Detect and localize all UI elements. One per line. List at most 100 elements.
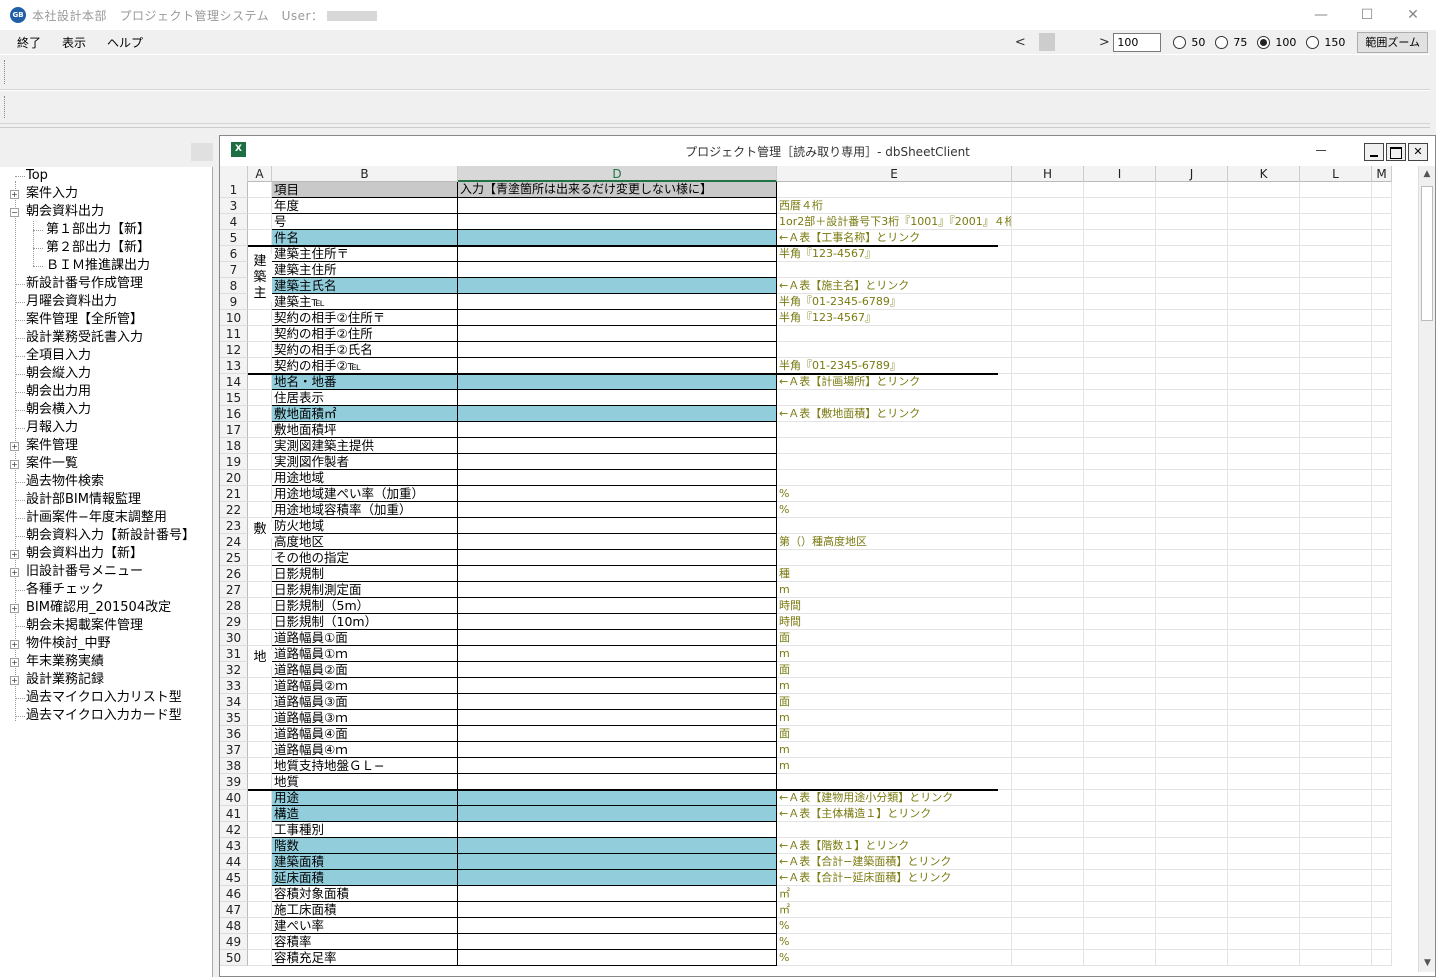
cell-j[interactable]	[1156, 246, 1228, 262]
cell-input[interactable]	[458, 886, 777, 902]
cell-j[interactable]	[1156, 534, 1228, 550]
cell-a[interactable]	[248, 854, 272, 870]
cell-a[interactable]	[248, 550, 272, 566]
cell-h[interactable]	[1012, 886, 1084, 902]
cell-j[interactable]	[1156, 598, 1228, 614]
tree-item[interactable]: Top	[0, 167, 212, 185]
cell-i[interactable]	[1084, 230, 1156, 246]
cell-note[interactable]: 時間	[777, 614, 1012, 630]
cell-item-name[interactable]: 階数	[272, 838, 458, 854]
cell-h[interactable]	[1012, 822, 1084, 838]
cell-k[interactable]	[1228, 838, 1300, 854]
cell-h[interactable]	[1012, 758, 1084, 774]
cell-item-name[interactable]: 延床面積	[272, 870, 458, 886]
cell-i[interactable]	[1084, 278, 1156, 294]
cell-l[interactable]	[1300, 422, 1372, 438]
cell-note[interactable]	[777, 550, 1012, 566]
cell-input[interactable]	[458, 518, 777, 534]
cell-a[interactable]	[248, 678, 272, 694]
tree-item[interactable]: 案件管理【全所管】	[0, 311, 212, 329]
cell-m[interactable]	[1372, 214, 1392, 230]
cell-note[interactable]	[777, 262, 1012, 278]
cell-a[interactable]	[248, 374, 272, 390]
column-header-k[interactable]: K	[1228, 166, 1300, 182]
tree-item[interactable]: + 年末業務実績	[0, 653, 212, 671]
cell-note[interactable]: ㎡	[777, 886, 1012, 902]
cell-h[interactable]	[1012, 678, 1084, 694]
tree-item[interactable]: + 案件一覧	[0, 455, 212, 473]
cell-a[interactable]	[248, 470, 272, 486]
cell-j[interactable]	[1156, 918, 1228, 934]
cell-input[interactable]	[458, 614, 777, 630]
cell-i[interactable]	[1084, 886, 1156, 902]
row-header[interactable]: 27	[220, 582, 248, 598]
cell-a[interactable]	[248, 918, 272, 934]
cell-a[interactable]	[248, 598, 272, 614]
cell-note[interactable]: m	[777, 678, 1012, 694]
cell-note[interactable]	[777, 342, 1012, 358]
row-header[interactable]: 26	[220, 566, 248, 582]
cell-input[interactable]	[458, 758, 777, 774]
cell-i[interactable]	[1084, 822, 1156, 838]
tree-item[interactable]: 月報入力	[0, 419, 212, 437]
cell-h[interactable]	[1012, 614, 1084, 630]
row-header[interactable]: 6	[220, 246, 248, 262]
cell-a[interactable]	[248, 902, 272, 918]
cell-input[interactable]	[458, 838, 777, 854]
cell-h[interactable]	[1012, 598, 1084, 614]
cell-input[interactable]	[458, 406, 777, 422]
menu-help[interactable]: ヘルプ	[107, 34, 143, 51]
cell-item-name[interactable]: 地名・地番	[272, 374, 458, 390]
cell-l[interactable]	[1300, 678, 1372, 694]
cell-l[interactable]	[1300, 374, 1372, 390]
cell-item-name[interactable]: 道路幅員③面	[272, 694, 458, 710]
row-header[interactable]: 12	[220, 342, 248, 358]
cell-l[interactable]	[1300, 438, 1372, 454]
cell-item-name[interactable]: 地質	[272, 774, 458, 790]
expand-icon[interactable]: +	[10, 460, 19, 469]
cell-m[interactable]	[1372, 758, 1392, 774]
cell-input[interactable]	[458, 358, 777, 374]
tree-item[interactable]: 朝会資料入力【新設計番号】	[0, 527, 212, 545]
cell-h[interactable]	[1012, 326, 1084, 342]
tree-item-label[interactable]: BIM確認用_201504改定	[26, 599, 171, 617]
cell-h[interactable]	[1012, 358, 1084, 374]
mdi-maximize-button[interactable]	[1386, 143, 1406, 161]
zoom-option-50[interactable]: 50	[1173, 35, 1205, 49]
cell-j[interactable]	[1156, 438, 1228, 454]
cell-j[interactable]	[1156, 454, 1228, 470]
cell-l[interactable]	[1300, 854, 1372, 870]
cell-note[interactable]: ←Ａ表【建物用途小分類】とリンク	[777, 790, 1012, 806]
cell-k[interactable]	[1228, 758, 1300, 774]
cell-m[interactable]	[1372, 486, 1392, 502]
cell-input[interactable]	[458, 710, 777, 726]
cell-m[interactable]	[1372, 438, 1392, 454]
cell-m[interactable]	[1372, 774, 1392, 790]
cell-i[interactable]	[1084, 742, 1156, 758]
row-header[interactable]: 32	[220, 662, 248, 678]
cell-j[interactable]	[1156, 662, 1228, 678]
cell-m[interactable]	[1372, 294, 1392, 310]
cell-i[interactable]	[1084, 390, 1156, 406]
cell-note[interactable]: ←Ａ表【主体構造１】とリンク	[777, 806, 1012, 822]
cell-k[interactable]	[1228, 918, 1300, 934]
tree-item-label[interactable]: 設計部BIM情報監理	[26, 491, 141, 509]
cell-i[interactable]	[1084, 934, 1156, 950]
radio-icon[interactable]	[1215, 35, 1229, 49]
cell-m[interactable]	[1372, 934, 1392, 950]
tree-item-label[interactable]: 物件検討_中野	[26, 635, 111, 653]
cell-input[interactable]	[458, 278, 777, 294]
cell-h[interactable]	[1012, 790, 1084, 806]
tree-item[interactable]: + 朝会資料出力【新】	[0, 545, 212, 563]
cell-k[interactable]	[1228, 502, 1300, 518]
cell-item-name[interactable]: 建築主住所〒	[272, 246, 458, 262]
cell-item-name[interactable]: 建築主氏名	[272, 278, 458, 294]
cell-m[interactable]	[1372, 726, 1392, 742]
cell-a[interactable]	[248, 774, 272, 790]
cell-l[interactable]	[1300, 742, 1372, 758]
cell-item-name[interactable]: 実測図作製者	[272, 454, 458, 470]
cell-j[interactable]	[1156, 326, 1228, 342]
cell-item-name[interactable]: 建築主住所	[272, 262, 458, 278]
minimize-button[interactable]: —	[1298, 0, 1344, 30]
cell-h[interactable]	[1012, 422, 1084, 438]
